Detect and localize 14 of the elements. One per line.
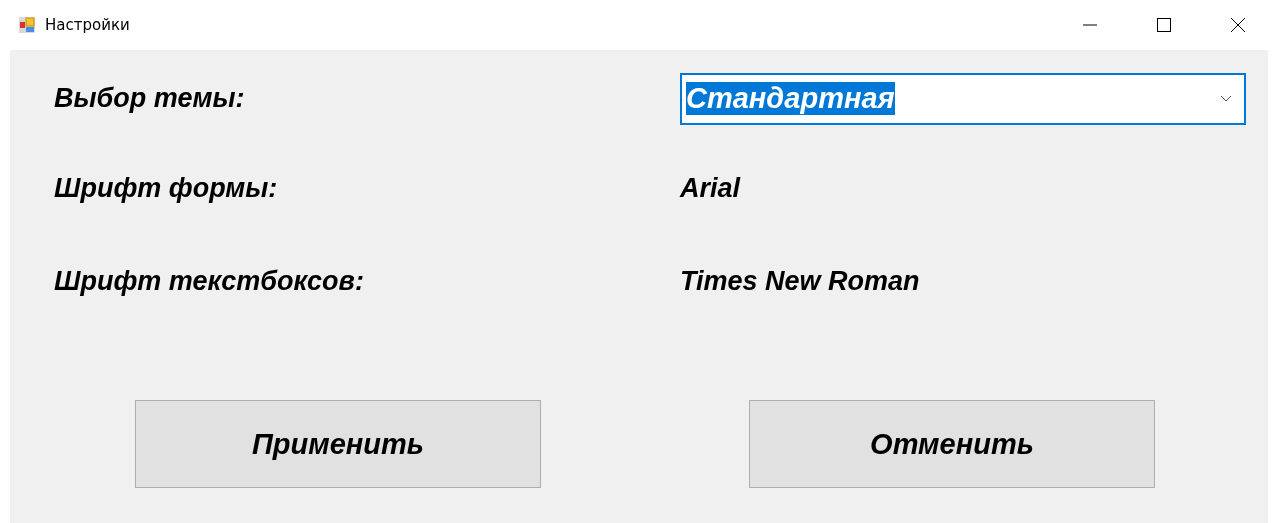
setting-label: Выбор темы: bbox=[54, 83, 246, 114]
app-icon bbox=[18, 16, 36, 34]
action-button[interactable]: Отменить bbox=[749, 400, 1155, 488]
setting-label: Шрифт текстбоксов: bbox=[54, 266, 365, 297]
action-button[interactable]: Применить bbox=[135, 400, 541, 488]
theme-dropdown[interactable]: Стандартная bbox=[680, 72, 1246, 125]
setting-value: Arial bbox=[680, 173, 741, 204]
close-icon bbox=[1230, 17, 1246, 33]
maximize-icon bbox=[1156, 17, 1172, 33]
window-title: Настройки bbox=[45, 16, 130, 34]
minimize-icon bbox=[1083, 24, 1097, 26]
setting-value: Times New Roman bbox=[680, 266, 920, 297]
chevron-down-icon bbox=[1220, 94, 1232, 103]
setting-label: Шрифт формы: bbox=[54, 173, 279, 204]
